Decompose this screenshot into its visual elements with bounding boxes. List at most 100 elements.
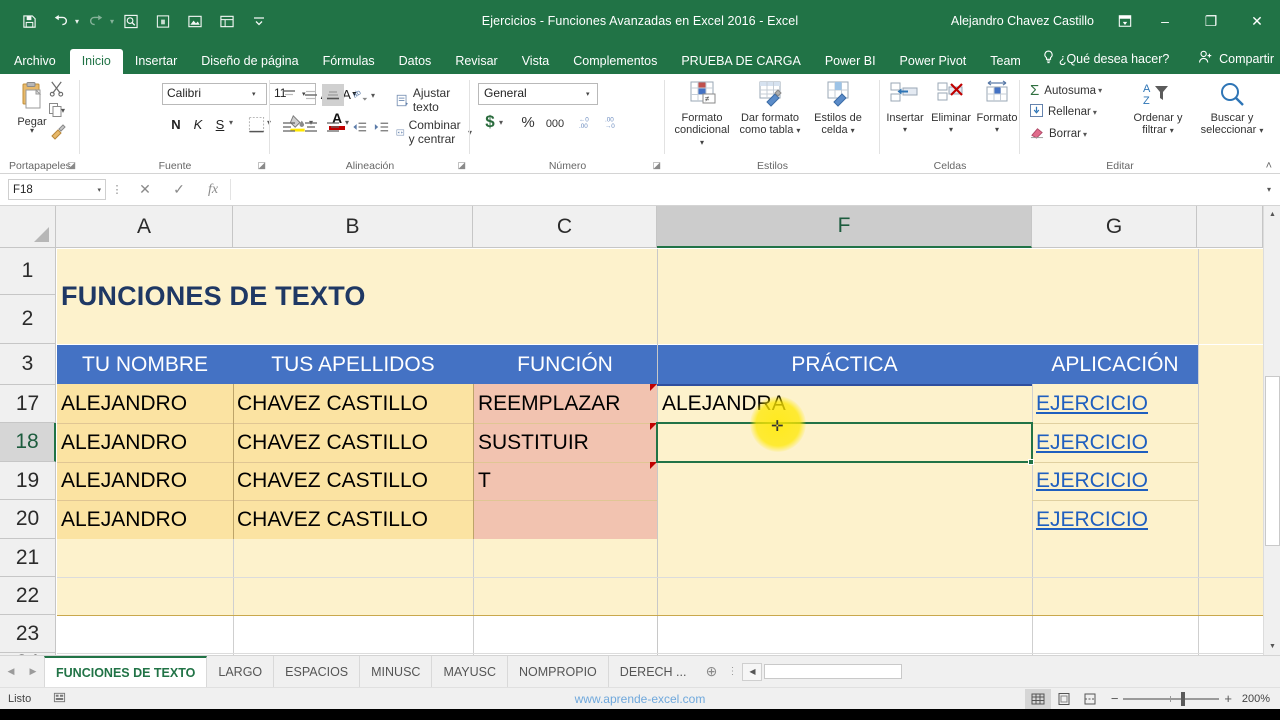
cell-b3[interactable]: TUS APELLIDOS: [233, 345, 473, 384]
number-format-select[interactable]: General: [478, 83, 598, 105]
name-box[interactable]: F18 ▾: [8, 179, 106, 200]
column-header-b[interactable]: B: [233, 206, 473, 248]
fill-caret[interactable]: ▾: [1093, 108, 1097, 117]
page-break-preview-icon[interactable]: [1077, 689, 1103, 709]
row-header-19[interactable]: 19: [0, 462, 56, 500]
cell-styles-caret[interactable]: ▾: [851, 126, 855, 135]
cell-g17[interactable]: EJERCICIO: [1032, 384, 1198, 423]
cell-g20-text[interactable]: EJERCICIO: [1032, 508, 1148, 532]
tab-complementos[interactable]: Complementos: [561, 49, 669, 75]
conditional-format-caret[interactable]: ▾: [700, 138, 704, 147]
print-preview-icon[interactable]: [116, 7, 146, 35]
scroll-down-button[interactable]: ▼: [1264, 638, 1280, 655]
row-header-1[interactable]: 1: [0, 248, 56, 295]
sheet-tab-nompropio[interactable]: NOMPROPIO: [508, 656, 609, 687]
comment-indicator[interactable]: [650, 462, 657, 469]
close-button[interactable]: ✕: [1234, 0, 1280, 42]
portapapeles-dialog-launcher[interactable]: ◪: [67, 160, 76, 171]
cell-c18[interactable]: SUSTITUIR: [473, 423, 657, 462]
increase-indent-icon[interactable]: [370, 116, 392, 138]
tab-power-bi[interactable]: Power BI: [813, 49, 888, 75]
column-header-a[interactable]: A: [56, 206, 233, 248]
format-cells-button[interactable]: Formato ▾: [974, 78, 1020, 136]
cell-a1-merged[interactable]: FUNCIONES DE TEXTO: [57, 249, 657, 344]
borders-button[interactable]: [244, 112, 268, 136]
sheet-tab-mayusc[interactable]: MAYUSC: [432, 656, 508, 687]
copy-button[interactable]: ▾: [48, 102, 65, 118]
cell-a19[interactable]: ALEJANDRO: [57, 462, 233, 500]
row-header-3[interactable]: 3: [0, 344, 56, 385]
maximize-button[interactable]: ❐: [1188, 0, 1234, 42]
cell-g3[interactable]: APLICACIÓN: [1032, 345, 1198, 384]
tab-power-pivot[interactable]: Power Pivot: [888, 49, 979, 75]
merge-center-button[interactable]: Combinar y centrar ▾: [396, 118, 472, 146]
cell-styles-button[interactable]: Estilos de celda ▾: [807, 78, 869, 137]
underline-button[interactable]: S: [210, 112, 230, 136]
row-header-20[interactable]: 20: [0, 500, 56, 539]
cell-a3[interactable]: TU NOMBRE: [57, 345, 233, 384]
number-format-dropdown-caret[interactable]: ▾: [586, 90, 662, 98]
align-middle-icon[interactable]: [300, 84, 322, 106]
sheet-tab-derech[interactable]: DERECH ...: [609, 656, 698, 687]
cell-g19-text[interactable]: EJERCICIO: [1032, 469, 1148, 493]
copy-dropdown-caret[interactable]: ▾: [61, 106, 65, 115]
align-center-icon[interactable]: [300, 116, 322, 138]
align-right-icon[interactable]: [322, 116, 344, 138]
conditional-format-button[interactable]: ≠ Formato condicional ▾: [671, 78, 733, 149]
bold-button[interactable]: N: [166, 112, 186, 136]
page-layout-icon[interactable]: [1051, 689, 1077, 709]
alineacion-dialog-launcher[interactable]: ◪: [457, 160, 466, 171]
clear-button[interactable]: Borrar ▾: [1030, 126, 1087, 142]
insert-cells-button[interactable]: Insertar ▾: [882, 78, 928, 136]
cell-f20[interactable]: [657, 500, 1032, 539]
row-header-2[interactable]: 2: [0, 295, 56, 344]
normal-view-icon[interactable]: [1024, 688, 1051, 709]
autosum-caret[interactable]: ▾: [1098, 86, 1102, 95]
row-header-18[interactable]: 18: [0, 423, 56, 462]
column-header-c[interactable]: C: [473, 206, 657, 248]
cell-g20[interactable]: EJERCICIO: [1032, 500, 1198, 539]
tell-me-box[interactable]: ¿Qué desea hacer?: [1033, 44, 1180, 74]
fill-button[interactable]: Rellenar ▾: [1030, 104, 1097, 120]
undo-dropdown-caret[interactable]: ▾: [75, 17, 79, 26]
horizontal-scroll-left-button[interactable]: ◀: [742, 662, 763, 681]
zoom-thumb[interactable]: [1181, 691, 1186, 706]
insert-cells-caret[interactable]: ▾: [882, 124, 928, 136]
cell-block-23-24[interactable]: [57, 615, 1263, 655]
paste-dropdown-caret[interactable]: ▾: [8, 127, 56, 135]
cut-icon[interactable]: [48, 80, 65, 102]
row-header-23[interactable]: 23: [0, 615, 56, 653]
cell-a17[interactable]: ALEJANDRO: [57, 384, 233, 423]
horizontal-scrollbar[interactable]: [764, 663, 1278, 680]
tab-datos[interactable]: Datos: [387, 49, 444, 75]
scroll-up-button[interactable]: ▲: [1264, 206, 1280, 223]
zoom-slider[interactable]: − +: [1111, 691, 1232, 706]
column-header-g[interactable]: G: [1032, 206, 1197, 248]
delete-cells-caret[interactable]: ▾: [928, 124, 974, 136]
sheet-tab-funciones-de-texto[interactable]: FUNCIONES DE TEXTO: [44, 656, 208, 687]
tab-vista[interactable]: Vista: [510, 49, 562, 75]
form-icon[interactable]: [212, 7, 242, 35]
cell-b19[interactable]: CHAVEZ CASTILLO: [233, 462, 473, 500]
tab-team[interactable]: Team: [978, 49, 1033, 75]
tab-diseno-de-pagina[interactable]: Diseño de página: [189, 49, 310, 75]
increase-decimal-button[interactable]: ←0.00: [576, 110, 600, 134]
decrease-decimal-button[interactable]: .00 →0: [602, 110, 626, 134]
cell-c17[interactable]: REEMPLAZAR: [473, 384, 657, 423]
ribbon-display-options-icon[interactable]: [1108, 6, 1142, 36]
cell-f17[interactable]: ALEJANDRA: [657, 384, 1032, 423]
redo-dropdown-caret[interactable]: ▾: [110, 17, 114, 26]
sheet-tab-largo[interactable]: LARGO: [207, 656, 275, 687]
insert-function-icon[interactable]: fx: [196, 178, 230, 202]
wrap-text-button[interactable]: Ajustar texto: [396, 86, 470, 114]
percent-style-button[interactable]: %: [518, 110, 538, 134]
vertical-scrollbar[interactable]: ▲ ▼: [1263, 206, 1280, 655]
format-as-table-caret[interactable]: ▾: [796, 126, 800, 135]
cell-b20[interactable]: CHAVEZ CASTILLO: [233, 500, 473, 539]
find-select-caret[interactable]: ▾: [1259, 126, 1263, 135]
cell-b17[interactable]: CHAVEZ CASTILLO: [233, 384, 473, 423]
column-header-f[interactable]: F: [657, 206, 1032, 248]
tab-insertar[interactable]: Insertar: [123, 49, 189, 75]
cell-g17-text[interactable]: EJERCICIO: [1032, 392, 1148, 416]
fill-handle[interactable]: [1028, 459, 1034, 465]
